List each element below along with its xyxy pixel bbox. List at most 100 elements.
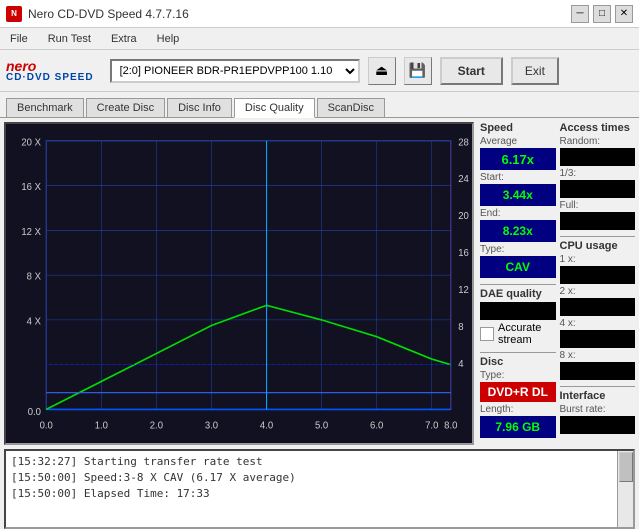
accurate-stream-row: Accurate stream [480,322,556,346]
svg-text:3.0: 3.0 [205,420,219,431]
average-value: 6.17x [480,148,556,170]
burst-label: Burst rate: [560,404,636,415]
svg-text:2.0: 2.0 [150,420,164,431]
cpu-1x-value [560,266,636,284]
stats-right-col: Access times Random: 1/3: Full: CPU usag… [560,122,636,444]
disc-length-label: Length: [480,404,556,415]
disc-header: Disc [480,356,556,368]
svg-text:16: 16 [458,248,469,259]
tab-create-disc[interactable]: Create Disc [86,98,165,117]
disc-type-value: DVD+R DL [480,382,556,402]
svg-text:4 X: 4 X [27,316,42,327]
log-scroll-thumb[interactable] [619,452,633,482]
type-label: Type: [480,244,556,255]
svg-text:7.0: 7.0 [425,420,439,431]
svg-text:12 X: 12 X [21,227,41,238]
random-label: Random: [560,136,636,147]
cpu-header: CPU usage [560,240,636,252]
disc-length-value: 7.96 GB [480,416,556,438]
disc-type-label: Type: [480,370,556,381]
save-icon-button[interactable]: 💾 [404,57,432,85]
log-scrollbar[interactable] [617,451,633,527]
app-icon: N [6,6,22,22]
menu-help[interactable]: Help [151,31,186,47]
svg-text:8.0: 8.0 [444,420,458,431]
minimize-button[interactable]: ─ [571,5,589,23]
random-value [560,148,636,166]
svg-text:16 X: 16 X [21,182,41,193]
dae-header: DAE quality [480,288,556,300]
full-label: Full: [560,200,636,211]
average-label: Average [480,136,556,147]
svg-text:24: 24 [458,174,469,185]
app-title: Nero CD-DVD Speed 4.7.7.16 [28,7,189,21]
end-label: End: [480,208,501,219]
third-value [560,180,636,198]
svg-text:8: 8 [458,322,464,333]
svg-text:5.0: 5.0 [315,420,329,431]
svg-text:0.0: 0.0 [28,407,42,418]
cpu-1x-label: 1 x: [560,254,636,265]
maximize-button[interactable]: □ [593,5,611,23]
svg-text:0.0: 0.0 [40,420,54,431]
cpu-2x-value [560,298,636,316]
eject-icon-button[interactable]: ⏏ [368,57,396,85]
full-value [560,212,636,230]
tab-benchmark[interactable]: Benchmark [6,98,84,117]
log-line-0: [15:32:27] Starting transfer rate test [11,454,628,470]
log-line-2: [15:50:00] Elapsed Time: 17:33 [11,486,628,502]
start-button[interactable]: Start [440,57,503,85]
stats-columns: Speed Average 6.17x Start: 3.44x End: 8.… [480,122,635,444]
cpu-4x-value [560,330,636,348]
accurate-label: Accurate [498,322,541,334]
svg-text:20 X: 20 X [21,137,41,148]
svg-text:8 X: 8 X [27,271,42,282]
chart-svg: 20 X 16 X 12 X 8 X 4 X 0.0 28 24 20 16 1… [6,124,472,443]
interface-section: Interface Burst rate: [560,390,636,434]
dae-value [480,302,556,320]
svg-text:28: 28 [458,137,469,148]
interface-header: Interface [560,390,636,402]
svg-text:12: 12 [458,285,469,296]
disc-section: Disc Type: DVD+R DL Length: 7.96 GB [480,356,556,438]
start-label: Start: [480,172,504,183]
svg-text:4.0: 4.0 [260,420,274,431]
type-value: CAV [480,256,556,278]
close-button[interactable]: ✕ [615,5,633,23]
menu-extra[interactable]: Extra [105,31,143,47]
main-content: 20 X 16 X 12 X 8 X 4 X 0.0 28 24 20 16 1… [0,118,639,449]
cpu-8x-value [560,362,636,380]
menu-run-test[interactable]: Run Test [42,31,97,47]
tab-disc-quality[interactable]: Disc Quality [234,98,315,118]
log-line-1: [15:50:00] Speed:3-8 X CAV (6.17 X avera… [11,470,628,486]
menu-bar: File Run Test Extra Help [0,28,639,50]
stats-panel: Speed Average 6.17x Start: 3.44x End: 8.… [480,122,635,445]
title-bar-left: N Nero CD-DVD Speed 4.7.7.16 [6,6,189,22]
toolbar: nero CD·DVD SPEED [2:0] PIONEER BDR-PR1E… [0,50,639,92]
nero-logo-text: nero [6,59,36,73]
cpu-4x-label: 4 x: [560,318,636,329]
stats-left-col: Speed Average 6.17x Start: 3.44x End: 8.… [480,122,556,444]
menu-file[interactable]: File [4,31,34,47]
svg-text:6.0: 6.0 [370,420,384,431]
tab-scan-disc[interactable]: ScanDisc [317,98,385,117]
stream-label: stream [498,334,541,346]
tab-disc-info[interactable]: Disc Info [167,98,232,117]
nero-logo-subtext: CD·DVD SPEED [6,73,94,83]
drive-select[interactable]: [2:0] PIONEER BDR-PR1EPDVPP100 1.10 [110,59,360,83]
burst-value [560,416,636,434]
log-content: [15:32:27] Starting transfer rate test [… [6,451,633,505]
cpu-2x-label: 2 x: [560,286,636,297]
nero-logo: nero CD·DVD SPEED [6,59,94,83]
speed-section: Speed Average 6.17x Start: 3.44x End: 8.… [480,122,556,278]
speed-header: Speed [480,122,556,134]
end-value: 8.23x [480,220,556,242]
cpu-8x-label: 8 x: [560,350,636,361]
cpu-section: CPU usage 1 x: 2 x: 4 x: 8 x: [560,240,636,380]
third-label: 1/3: [560,168,636,179]
chart-area: 20 X 16 X 12 X 8 X 4 X 0.0 28 24 20 16 1… [4,122,474,445]
svg-text:20: 20 [458,211,469,222]
exit-button[interactable]: Exit [511,57,559,85]
accurate-stream-checkbox[interactable] [480,327,494,341]
title-bar: N Nero CD-DVD Speed 4.7.7.16 ─ □ ✕ [0,0,639,28]
